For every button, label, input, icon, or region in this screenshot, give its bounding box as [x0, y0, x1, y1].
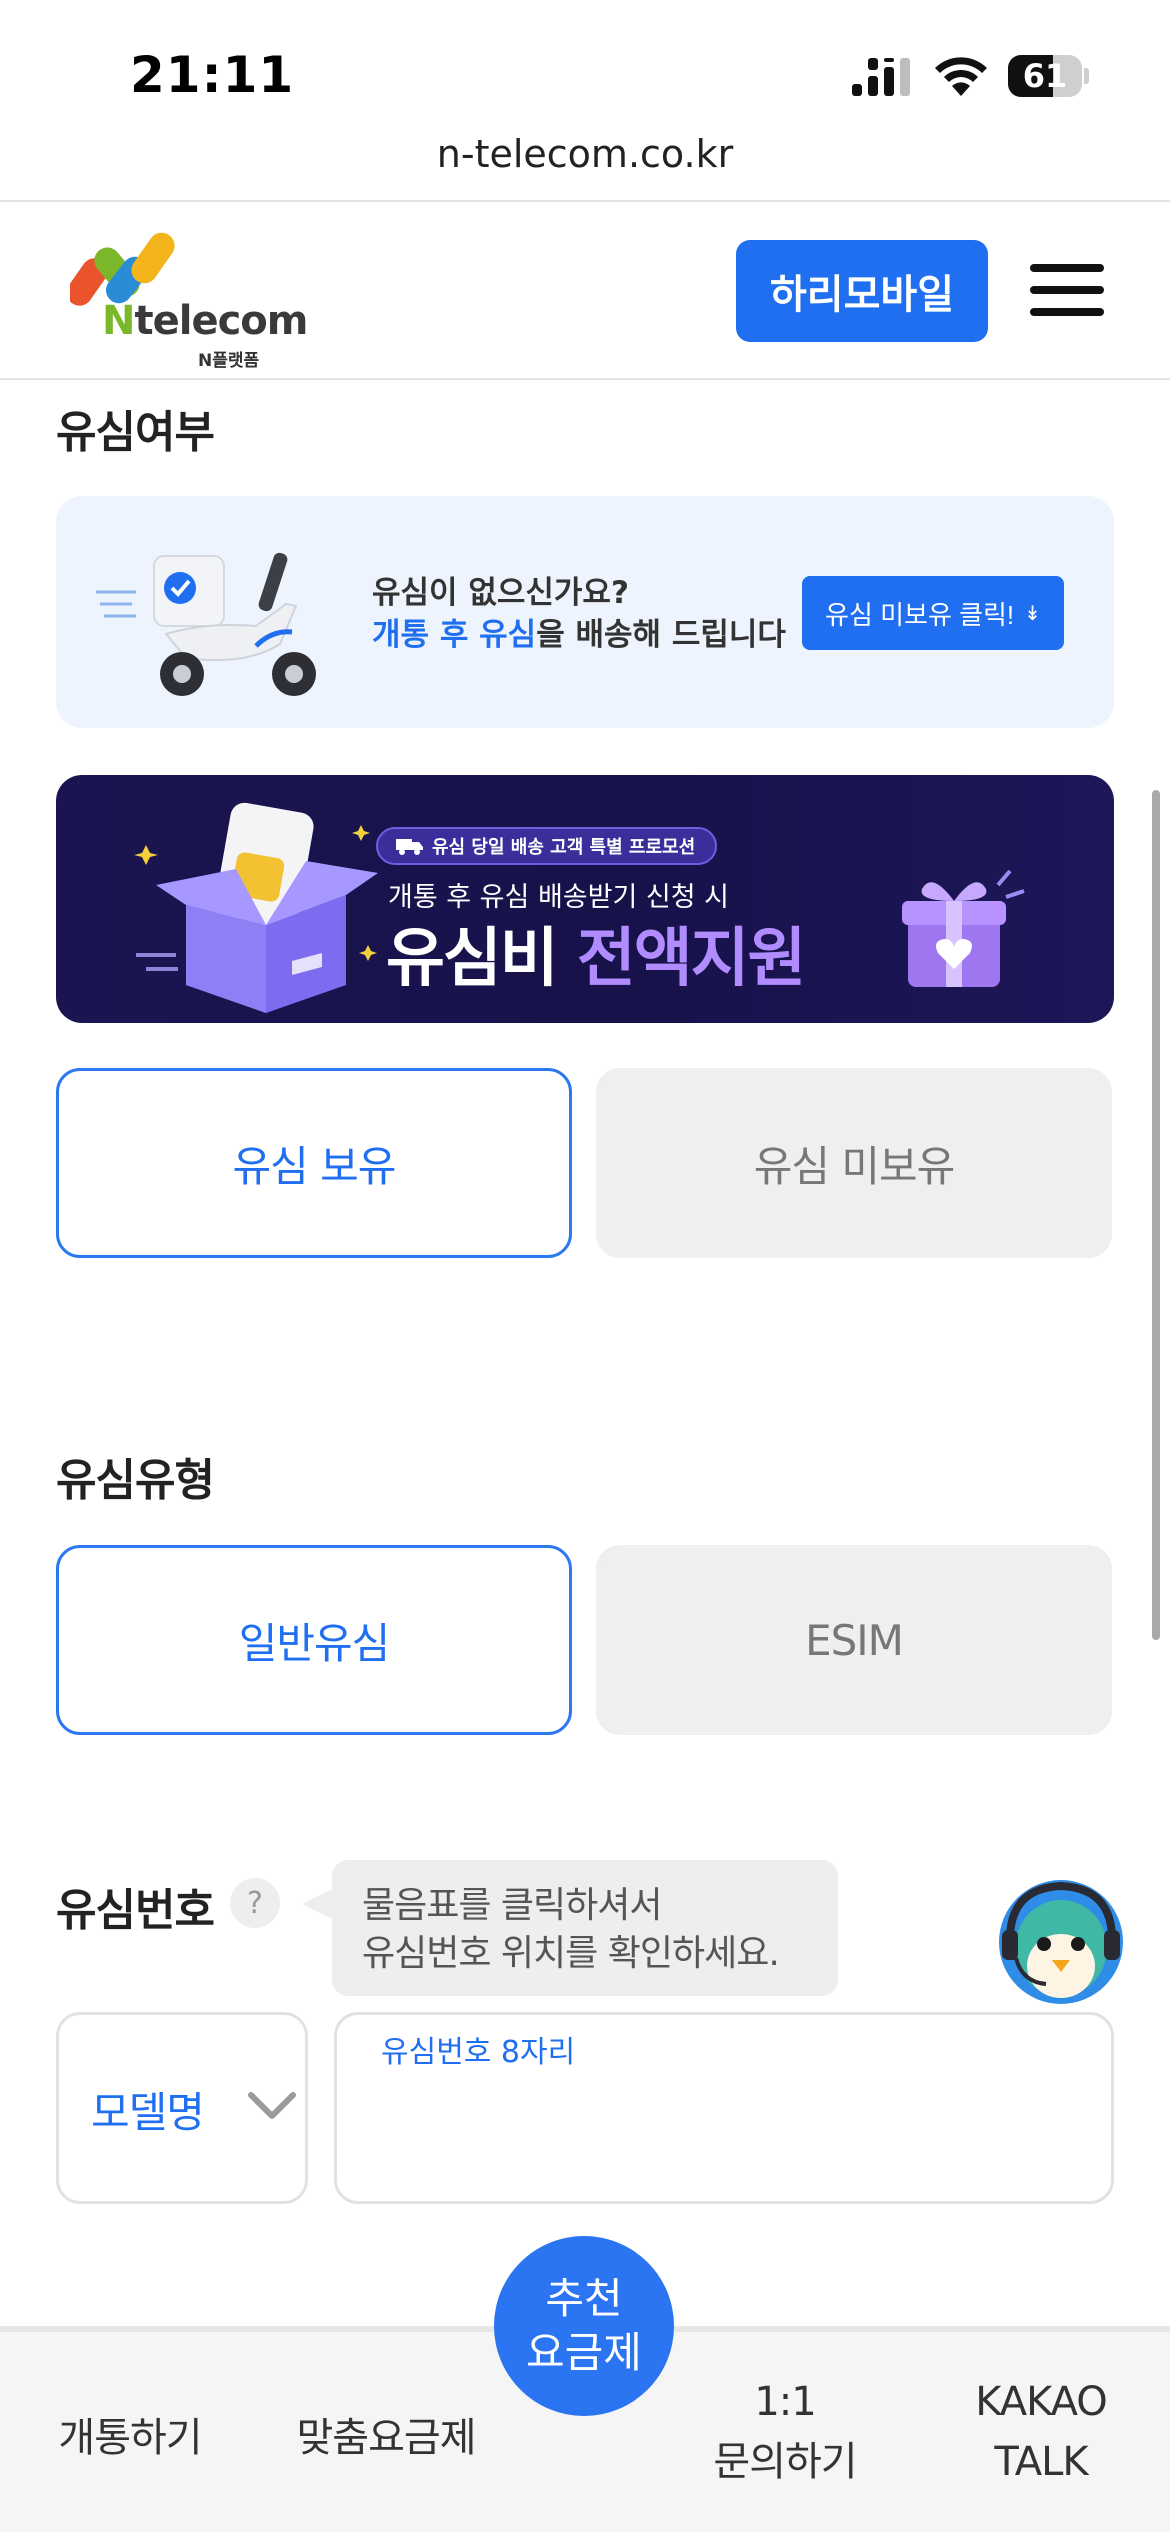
double-chevron-down-icon: ↡ — [1024, 602, 1041, 625]
sim-number-tooltip: 물음표를 클릭하셔서 유심번호 위치를 확인하세요. — [332, 1860, 838, 1996]
address-bar-url[interactable]: n-telecom.co.kr — [0, 132, 1170, 176]
sim-type-heading: 유심유형 — [56, 1455, 215, 1506]
model-select-value: 모델명 — [91, 2088, 205, 2137]
no-sim-click-button[interactable]: 유심 미보유 클릭! ↡ — [802, 576, 1064, 650]
hamburger-menu-icon[interactable] — [1030, 264, 1104, 318]
recommended-plan-button[interactable]: 추천 요금제 — [494, 2236, 674, 2416]
battery-icon: 61 — [1008, 55, 1089, 97]
logo-sub: N플랫폼 — [198, 351, 260, 371]
no-sim-notice-card: 유심이 없으신가요? 개통 후 유심을 배송해 드립니다 유심 미보유 클릭! … — [56, 496, 1114, 728]
wifi-icon — [935, 57, 987, 96]
help-question-icon[interactable]: ? — [230, 1878, 280, 1928]
promo-pill: 유심 당일 배송 고객 특별 프로모션 — [376, 827, 718, 865]
ntelecom-logo[interactable]: Ntelecom N플랫폼 — [70, 226, 308, 371]
sim-number-input-box[interactable]: 유심번호 8자리 — [334, 2012, 1114, 2204]
sim-number-heading: 유심번호 — [56, 1885, 215, 1936]
sim-number-input[interactable] — [381, 2085, 1071, 2175]
regular-sim-option[interactable]: 일반유심 — [56, 1545, 572, 1735]
battery-level: 61 — [1022, 57, 1068, 95]
cellular-signal-icon — [852, 58, 910, 96]
promo-title: 유심비 전액지원 — [386, 922, 806, 996]
notice-text: 유심이 없으신가요? 개통 후 유심을 배송해 드립니다 — [372, 575, 786, 653]
chevron-down-icon — [248, 2092, 296, 2119]
nav-custom-plan[interactable]: 맞춤요금제 — [280, 2408, 492, 2468]
sim-box-illustration-icon — [134, 802, 378, 1013]
tooltip-arrow — [302, 1888, 334, 1920]
hari-mobile-button[interactable]: 하리모바일 — [736, 240, 988, 342]
truck-icon — [396, 839, 423, 855]
esim-option[interactable]: ESIM — [596, 1545, 1112, 1735]
nav-inquiry[interactable]: 1:1 문의하기 — [690, 2372, 880, 2492]
mascot-chat-icon[interactable] — [994, 1874, 1128, 2008]
model-select[interactable]: 모델명 — [56, 2012, 308, 2204]
sim-promo-banner[interactable]: 유심 당일 배송 고객 특별 프로모션 개통 후 유심 배송받기 신청 시 유심… — [56, 775, 1114, 1023]
logo-name: Ntelecom — [102, 298, 308, 344]
gift-box-icon — [902, 869, 1025, 987]
page: 21:11 61 n-telecom.co.kr Ntelecom N플랫폼 하… — [0, 0, 1170, 2532]
status-time: 21:11 — [130, 46, 295, 104]
site-header: Ntelecom N플랫폼 하리모바일 — [0, 202, 1170, 380]
nav-activate[interactable]: 개통하기 — [42, 2408, 218, 2468]
scrollbar[interactable] — [1152, 790, 1160, 1640]
status-bar: 21:11 61 n-telecom.co.kr — [0, 0, 1170, 202]
nav-kakao-talk[interactable]: KAKAO TALK — [946, 2372, 1136, 2492]
sim-number-input-label: 유심번호 8자리 — [381, 2035, 576, 2070]
sim-owned-option[interactable]: 유심 보유 — [56, 1068, 572, 1258]
sim-not-owned-option[interactable]: 유심 미보유 — [596, 1068, 1112, 1258]
sim-possession-heading: 유심여부 — [56, 407, 215, 458]
delivery-scooter-icon — [96, 552, 316, 696]
